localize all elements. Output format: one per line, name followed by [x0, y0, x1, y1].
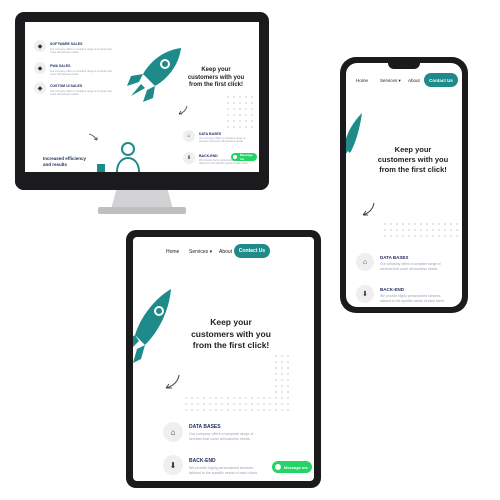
list-icon-3: ◆	[34, 82, 46, 94]
tablet-screen: Home Services ▾ About Contact Us Keep yo…	[133, 237, 314, 481]
phone-nav-services[interactable]: Services ▾	[380, 78, 401, 84]
tablet-hero-line2: customers with you	[191, 328, 271, 339]
phone-device: Home Services ▾ About Contact Us Keep yo…	[340, 57, 468, 313]
desktop-hero-line1: Keep your	[201, 67, 231, 73]
phone-nav-services-label: Services	[380, 78, 398, 83]
desktop-list-item-3-title: CUSTOM UI SALES	[50, 84, 83, 88]
desktop-home-icon: ⌂	[183, 130, 195, 142]
desktop-bottom-line2: and results	[43, 162, 68, 167]
phone-notch	[388, 63, 420, 69]
desktop-databases-desc: Our company offers a complete range of s…	[199, 137, 254, 143]
tablet-nav-services-label: Services	[189, 249, 209, 255]
desktop-list-item-1-title: SOFTWARE SALES	[50, 42, 83, 46]
whatsapp-icon	[233, 155, 237, 159]
desktop-hero-line3: from the first click!	[188, 82, 243, 88]
chevron-down-icon: ▾	[209, 249, 213, 255]
tablet-download-icon: ⬇	[163, 455, 183, 475]
desktop-backend-desc2: tailored to the specific needs of each c…	[199, 162, 249, 165]
phone-databases-desc2: services that cover all business needs.	[380, 266, 439, 271]
tablet-home-icon: ⌂	[163, 422, 183, 442]
phone-screen: Home Services ▾ About Contact Us Keep yo…	[346, 63, 462, 307]
phone-hero-heading: Keep your customers with you from the fi…	[366, 145, 460, 175]
desktop-databases-desc2: services that cover all business needs.	[199, 140, 244, 143]
phone-hero-line3: from the first click!	[379, 165, 447, 174]
phone-backend-desc: We provide highly personalized services …	[380, 294, 460, 303]
phone-download-icon: ⬇	[356, 285, 374, 303]
desktop-list-item-3-desc: Our company offers a complete range of s…	[50, 90, 112, 96]
monitor-stand-neck	[111, 190, 173, 208]
phone-databases-desc: Our company offers a complete range of s…	[380, 262, 460, 271]
desktop-databases-title: DATA BASES	[199, 132, 222, 136]
list-icon-1: ◆	[34, 40, 46, 52]
desktop-list-item-1-desc: Our company offers a complete range of s…	[50, 48, 112, 54]
curved-arrow-icon	[362, 202, 375, 216]
phone-hero-line2: customers with you	[377, 155, 449, 164]
tablet-databases-desc2: services that cover all business needs.	[189, 436, 251, 441]
tablet-backend-desc: We provide highly personalized services …	[189, 466, 279, 476]
tablet-hero-line1: Keep your	[210, 317, 252, 327]
tablet-hero-line3: from the first click!	[192, 340, 270, 350]
desktop-hero-heading: Keep your customers with you from the fi…	[175, 67, 257, 90]
desktop-teal-block	[97, 164, 105, 172]
desktop-dot-pattern	[225, 94, 253, 130]
phone-contact-button[interactable]: Contact Us	[424, 73, 458, 87]
phone-hero-line1: Keep your	[394, 145, 432, 154]
rocket-icon	[346, 113, 362, 154]
monitor-stand-base	[98, 207, 186, 214]
phone-databases-title: DATA BASES	[380, 255, 409, 260]
desktop-download-icon: ⬇	[183, 152, 195, 164]
desktop-screen: ◆ SOFTWARE SALES Our company offers a co…	[25, 22, 259, 172]
desktop-whatsapp-label: Message me	[239, 153, 253, 161]
desktop-backend-title: BACK-END	[199, 154, 218, 158]
phone-backend-desc2: tailored to the specific needs of each c…	[380, 298, 445, 303]
desktop-whatsapp-button[interactable]: Message me	[231, 153, 257, 161]
phone-nav-home[interactable]: Home	[356, 78, 368, 83]
whatsapp-icon	[275, 464, 281, 470]
desktop-list-item-2-title: PWA SALES	[50, 64, 71, 68]
tablet-backend-desc2: tailored to the specific needs of each c…	[189, 470, 258, 475]
desktop-hero-line2: customers with you	[187, 74, 245, 81]
rocket-icon	[133, 289, 171, 363]
phone-backend-title: BACK-END	[380, 287, 404, 292]
tablet-nav-services[interactable]: Services ▾	[189, 249, 212, 255]
phone-nav-about[interactable]: About	[408, 78, 420, 83]
desktop-list-item-2-desc: Our company offers a complete range of s…	[50, 70, 112, 76]
person-icon	[116, 142, 140, 172]
curved-arrow-icon-small	[88, 133, 98, 141]
chevron-down-icon: ▾	[398, 78, 401, 83]
tablet-databases-desc: Our company offers a complete range of s…	[189, 432, 279, 442]
tablet-nav-about[interactable]: About	[219, 249, 232, 255]
tablet-databases-title: DATA BASES	[189, 424, 221, 430]
phone-dot-pattern	[382, 221, 462, 239]
tablet-whatsapp-label: Message me	[284, 464, 308, 470]
tablet-hero-heading: Keep your customers with you from the fi…	[171, 317, 291, 352]
desktop-chin	[15, 172, 269, 190]
tablet-whatsapp-button[interactable]: Message me	[272, 461, 312, 473]
list-icon-2: ◆	[34, 62, 46, 74]
desktop-monitor: ◆ SOFTWARE SALES Our company offers a co…	[15, 12, 269, 190]
curved-arrow-icon	[178, 105, 188, 115]
phone-home-icon: ⌂	[356, 253, 374, 271]
tablet-backend-title: BACK-END	[189, 458, 216, 464]
tablet-device: Home Services ▾ About Contact Us Keep yo…	[126, 230, 321, 488]
desktop-bottom-heading: Increased efficiency and results	[43, 156, 86, 168]
tablet-nav-home[interactable]: Home	[166, 249, 179, 255]
tablet-dot-pattern-bottom	[183, 395, 293, 411]
tablet-contact-button[interactable]: Contact Us	[234, 244, 270, 258]
curved-arrow-icon	[165, 374, 180, 389]
